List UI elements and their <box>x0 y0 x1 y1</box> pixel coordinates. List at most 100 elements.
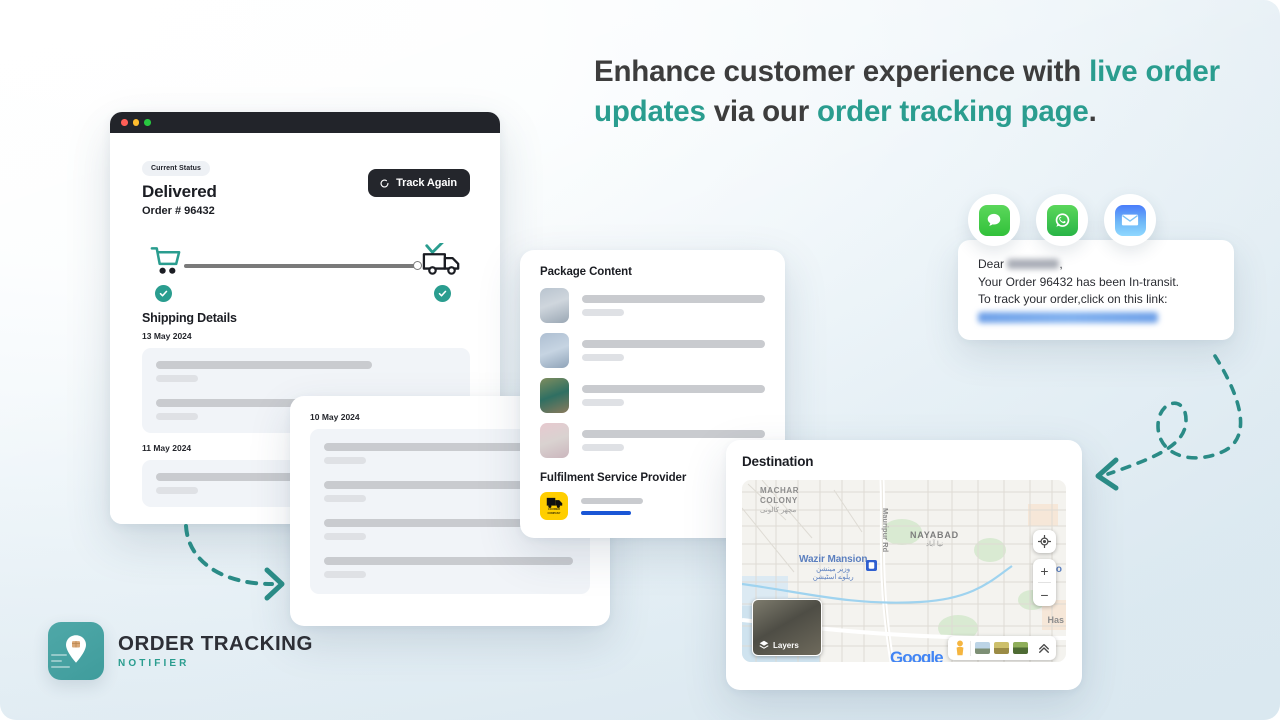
destination-title: Destination <box>742 454 814 469</box>
placeholder-bar <box>324 571 366 578</box>
placeholder-bar <box>582 309 624 316</box>
package-item-row[interactable] <box>540 333 765 368</box>
map-zoom-out-button[interactable]: − <box>1033 583 1056 606</box>
order-progress-tracker <box>142 243 470 302</box>
headline-part-3: . <box>1088 95 1097 128</box>
map-locate-button[interactable] <box>1033 530 1056 553</box>
placeholder-bar <box>582 430 765 438</box>
product-placeholder-lines <box>582 340 765 361</box>
placeholder-bar <box>324 495 366 502</box>
track-again-label: Track Again <box>396 177 457 189</box>
message-instruction-line: To track your order,click on this link: <box>978 292 1168 306</box>
courier-company-logo: COURIER COMPANY <box>540 492 568 520</box>
placeholder-bar <box>324 457 366 464</box>
placeholder-bar <box>156 487 198 494</box>
step-complete-check-start <box>155 285 172 302</box>
product-thumbnail <box>540 288 569 323</box>
map-layers-button[interactable]: Layers <box>752 599 822 656</box>
package-content-title: Package Content <box>540 266 632 278</box>
progress-knob <box>413 261 422 270</box>
sms-icon <box>978 204 1010 236</box>
map-pin-package-icon <box>66 634 86 663</box>
product-placeholder-lines <box>582 295 765 316</box>
shopping-cart-icon <box>150 247 181 274</box>
logo-text: ORDER TRACKING NOTIFIER <box>118 632 313 670</box>
close-window-dot[interactable] <box>121 119 128 126</box>
message-greeting-prefix: Dear <box>978 257 1008 271</box>
notification-message-card: Dear , Your Order 96432 has been In-tran… <box>958 240 1234 340</box>
placeholder-bar <box>582 399 624 406</box>
placeholder-bar <box>156 413 198 420</box>
notification-channels <box>968 194 1156 246</box>
email-channel-button[interactable] <box>1104 194 1156 246</box>
shipping-date-1: 13 May 2024 <box>142 331 192 341</box>
promo-banner: Enhance customer experience with live or… <box>0 0 1280 720</box>
placeholder-bar-link <box>581 510 631 515</box>
destination-map[interactable]: MACHAR COLONY مچھر کالونی NAYABAD نیا آب… <box>742 480 1066 662</box>
status-badge: Current Status <box>142 161 211 176</box>
divider <box>970 640 971 656</box>
maximize-window-dot[interactable] <box>144 119 151 126</box>
truck-icon <box>546 498 562 509</box>
logo-subtitle: NOTIFIER <box>118 658 190 669</box>
tracking-link-redacted[interactable] <box>978 311 1158 323</box>
map-view-thumbnail-3[interactable] <box>1013 642 1028 654</box>
progress-line <box>184 264 420 268</box>
product-thumbnail <box>540 423 569 458</box>
courier-caption-2: COMPANY <box>547 511 561 515</box>
placeholder-bar <box>582 340 765 348</box>
product-thumbnail <box>540 333 569 368</box>
pegman-icon[interactable] <box>954 640 966 657</box>
google-watermark: Google <box>890 648 944 662</box>
delivery-truck-icon <box>422 243 460 275</box>
order-number: Order # 96432 <box>142 205 215 217</box>
page-title: Enhance customer experience with live or… <box>594 52 1244 132</box>
placeholder-bar <box>582 295 765 303</box>
placeholder-bar <box>324 519 526 527</box>
destination-card: Destination MACHAR COLONY مچھر کالونی NA… <box>726 440 1082 690</box>
logo-title: ORDER TRACKING <box>118 632 313 655</box>
placeholder-bar <box>582 354 624 361</box>
customer-name-redacted <box>1007 259 1060 269</box>
package-item-row[interactable] <box>540 288 765 323</box>
minimize-window-dot[interactable] <box>132 119 139 126</box>
refresh-icon <box>380 179 389 187</box>
message-greeting-suffix: , <box>1059 257 1063 271</box>
dashed-arrow-right-icon <box>184 524 285 601</box>
map-station-marker-icon[interactable] <box>866 560 877 571</box>
headline-part-2: via our <box>705 95 818 128</box>
chevron-up-icon[interactable] <box>1038 642 1050 654</box>
sms-channel-button[interactable] <box>968 194 1020 246</box>
placeholder-bar <box>324 557 574 565</box>
fulfilment-placeholder-lines <box>581 497 643 515</box>
placeholder-bar <box>582 444 624 451</box>
locate-icon <box>1038 535 1051 548</box>
map-view-thumbnail-2[interactable] <box>994 642 1009 654</box>
message-status-line: Your Order 96432 has been In-transit. <box>978 274 1180 289</box>
product-thumbnail <box>540 378 569 413</box>
placeholder-bar <box>156 375 198 382</box>
message-greeting-line: Dear , <box>978 256 1214 274</box>
whatsapp-icon <box>1046 204 1078 236</box>
map-zoom-in-button[interactable]: + <box>1033 559 1056 582</box>
headline-part-1: Enhance customer experience with <box>594 55 1090 88</box>
track-again-button[interactable]: Track Again <box>368 169 470 197</box>
package-item-row[interactable] <box>540 378 765 413</box>
logo-mark <box>48 622 104 680</box>
map-zoom-controls: + − <box>1033 559 1056 606</box>
placeholder-bar <box>581 497 643 504</box>
layers-icon <box>759 640 769 649</box>
shipping-details-title: Shipping Details <box>142 311 237 325</box>
map-bottom-toolbar <box>948 636 1056 660</box>
mail-icon <box>1114 204 1146 236</box>
product-placeholder-lines <box>582 385 765 406</box>
placeholder-bar <box>582 385 765 393</box>
placeholder-bar <box>156 361 372 369</box>
headline-accent-2: order tracking page <box>817 95 1089 128</box>
placeholder-bar <box>324 443 531 451</box>
dashed-loop-arrow-left-icon <box>1095 354 1243 491</box>
placeholder-bar <box>324 533 366 540</box>
map-view-thumbnail-1[interactable] <box>975 642 990 654</box>
whatsapp-channel-button[interactable] <box>1036 194 1088 246</box>
step-complete-check-end <box>434 285 451 302</box>
